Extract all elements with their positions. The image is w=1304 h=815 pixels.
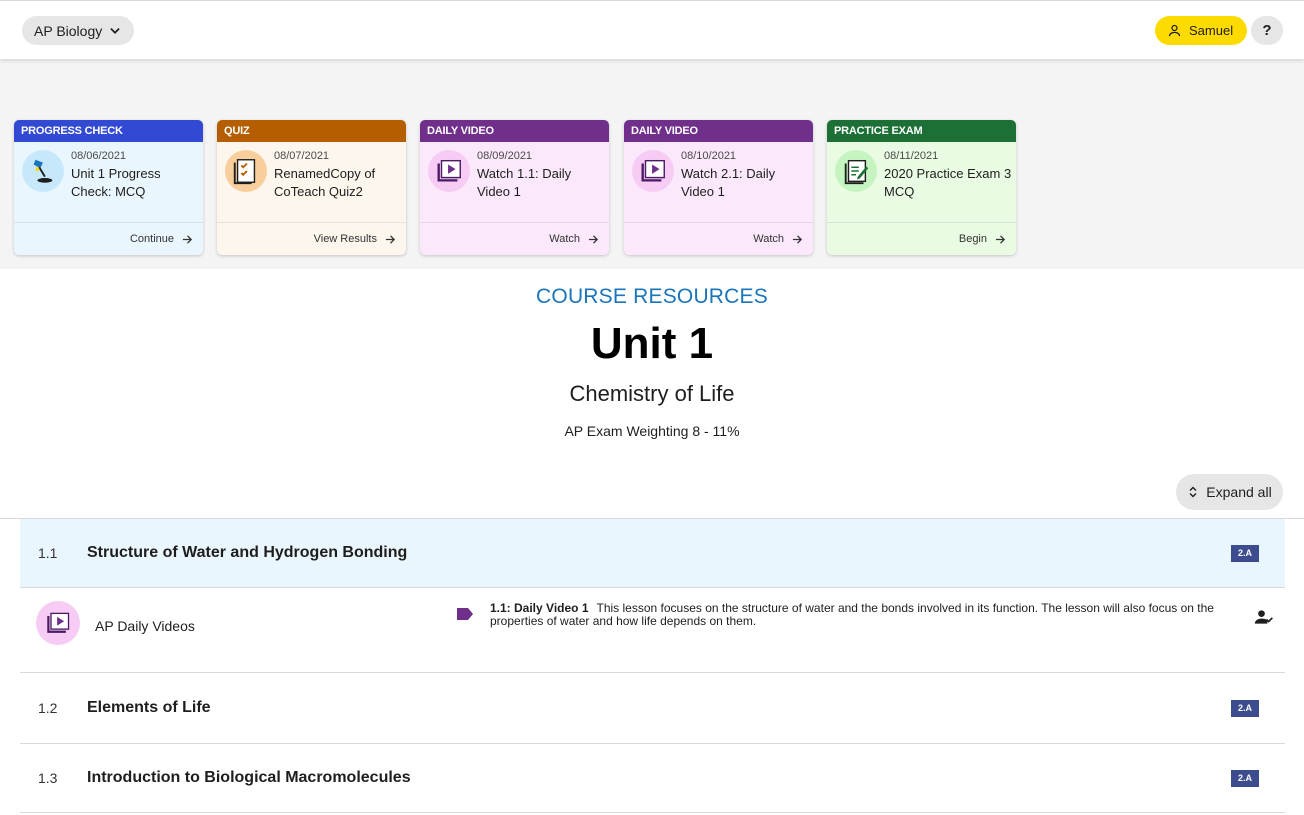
card-action[interactable]: View Results (217, 222, 406, 255)
card-category: PRACTICE EXAM (827, 120, 1016, 142)
card-date: 08/11/2021 (884, 150, 939, 162)
card-title: 2020 Practice Exam 3 MCQ (884, 166, 1012, 199)
arrow-right-icon (588, 234, 599, 244)
expand-all-label: Expand all (1206, 484, 1272, 500)
card-action-label: Watch (549, 233, 580, 245)
user-menu-button[interactable]: Samuel (1155, 16, 1248, 45)
expand-all-button[interactable]: Expand all (1176, 474, 1283, 510)
card-action[interactable]: Begin (827, 222, 1016, 255)
topic-title: Introduction to Biological Macromolecule… (87, 769, 411, 786)
card-category: DAILY VIDEO (624, 120, 813, 142)
user-name: Samuel (1189, 23, 1234, 38)
section-label: COURSE RESOURCES (536, 285, 768, 308)
video-play-icon (632, 150, 674, 192)
desk-lamp-icon (22, 150, 64, 192)
card-date: 08/07/2021 (274, 150, 330, 162)
activity-card-daily-video-2[interactable]: DAILY VIDEO 08/10/2021 Watch 2.1: Daily … (624, 120, 813, 255)
exam-weighting: AP Exam Weighting 8 - 11% (564, 423, 740, 439)
activity-card-practice-exam[interactable]: PRACTICE EXAM 08/11/2021 2020 Practice E… (827, 120, 1016, 255)
activity-card-quiz[interactable]: QUIZ 08/07/2021 RenamedCopy of CoTeach Q… (217, 120, 406, 255)
video-description: This lesson focuses on the structure of … (490, 601, 1214, 628)
card-category: QUIZ (217, 120, 406, 142)
help-icon: ? (1262, 22, 1272, 39)
tag-icon (457, 608, 473, 620)
video-title-link[interactable]: 1.1: Daily Video 1 (490, 601, 589, 615)
card-date: 08/10/2021 (681, 150, 737, 162)
card-date: 08/09/2021 (477, 150, 533, 162)
card-action-label: Watch (753, 233, 784, 245)
arrow-right-icon (792, 234, 803, 244)
topic-title: Elements of Life (87, 699, 211, 716)
card-action-label: Continue (129, 233, 174, 245)
resource-description[interactable]: 1.1: Daily Video 1 This lesson focuses on… (490, 602, 1240, 628)
assign-person-icon[interactable] (1254, 607, 1274, 627)
topic-number: 1.1 (38, 545, 58, 561)
course-selector[interactable]: AP Biology (22, 16, 135, 45)
user-icon (1168, 24, 1181, 37)
card-category: PROGRESS CHECK (14, 120, 203, 142)
checklist-icon (225, 150, 267, 192)
topic-number: 1.2 (38, 700, 58, 716)
arrow-right-icon (182, 234, 193, 244)
resource-row-daily-videos: AP Daily Videos 1.1: Daily Video 1 This l… (20, 588, 1285, 672)
card-title: Watch 1.1: Daily Video 1 (477, 166, 572, 199)
card-title: Unit 1 Progress Check: MCQ (71, 166, 161, 199)
activity-card-daily-video-1[interactable]: DAILY VIDEO 08/09/2021 Watch 1.1: Daily … (420, 120, 609, 255)
card-action-label: View Results (313, 233, 377, 245)
notebook-pen-icon (835, 150, 877, 192)
course-selector-label: AP Biology (34, 22, 103, 39)
topic-row-1-3[interactable]: 1.3 Introduction to Biological Macromole… (20, 744, 1285, 812)
chevron-down-icon (110, 27, 120, 34)
video-play-icon (428, 150, 470, 192)
video-play-icon (36, 601, 80, 645)
activity-card-progress-check[interactable]: PROGRESS CHECK 08/06/2021 Unit 1 Progres… (14, 120, 203, 255)
card-date: 08/06/2021 (71, 150, 127, 162)
topic-title: Structure of Water and Hydrogen Bonding (87, 544, 408, 561)
card-action-label: Begin (958, 233, 987, 245)
arrow-right-icon (995, 234, 1006, 244)
card-action[interactable]: Watch (624, 222, 813, 255)
card-action[interactable]: Watch (420, 222, 609, 255)
arrow-right-icon (385, 234, 396, 244)
topic-row-1-2[interactable]: 1.2 Elements of Life 2.A (20, 673, 1285, 743)
card-action[interactable]: Continue (14, 222, 203, 255)
card-title: RenamedCopy of CoTeach Quiz2 (274, 166, 376, 199)
card-title: Watch 2.1: Daily Video 1 (681, 166, 776, 199)
help-button[interactable]: ? (1251, 16, 1283, 45)
top-bar: AP Biology Samuel ? (0, 0, 1304, 59)
upcoming-activities: PROGRESS CHECK 08/06/2021 Unit 1 Progres… (0, 59, 1304, 269)
divider (20, 812, 1285, 813)
topic-number: 1.3 (38, 770, 58, 786)
resource-label: AP Daily Videos (95, 618, 195, 634)
expand-chevrons-icon (1189, 486, 1197, 498)
unit-title: Unit 1 (590, 319, 714, 368)
skill-badge: 2.A (1231, 769, 1259, 787)
skill-badge: 2.A (1231, 544, 1259, 562)
card-category: DAILY VIDEO (420, 120, 609, 142)
unit-subtitle: Chemistry of Life (569, 381, 735, 406)
topic-row-1-1[interactable]: 1.1 Structure of Water and Hydrogen Bond… (20, 519, 1285, 587)
skill-badge: 2.A (1231, 699, 1259, 717)
